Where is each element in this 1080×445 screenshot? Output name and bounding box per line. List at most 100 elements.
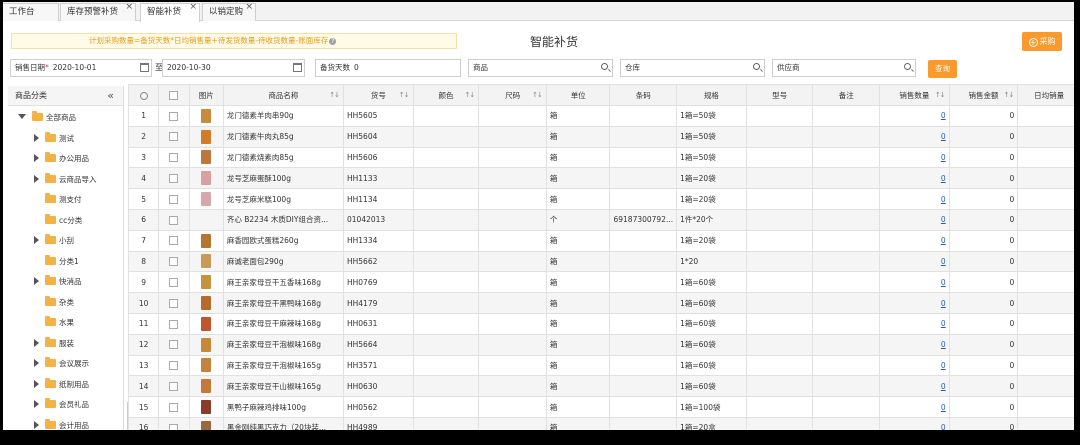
sort-icon[interactable]: ↑↓ bbox=[399, 91, 410, 99]
category-item[interactable]: 分类1 bbox=[34, 254, 79, 268]
table-row[interactable]: 8 麻诚老面包290g HH5662 箱 1*20 0 0 bbox=[128, 250, 1074, 273]
collapse-icon[interactable]: « bbox=[107, 86, 114, 106]
stock-days-field[interactable]: 备货天数 0 bbox=[315, 59, 461, 77]
sales-qty-cell-value[interactable]: 0 bbox=[941, 319, 946, 328]
product-thumbnail[interactable] bbox=[201, 275, 212, 290]
expand-right-icon[interactable] bbox=[34, 400, 39, 408]
expand-right-icon[interactable] bbox=[34, 133, 39, 142]
table-row[interactable]: 15 黑鸭子麻辣鸡排味100g HH0562 箱 1箱=100袋 0 0 bbox=[128, 396, 1074, 418]
purchase-button[interactable]: + 采购 bbox=[1022, 32, 1062, 51]
category-item[interactable]: 水果 bbox=[34, 316, 74, 329]
product-thumbnail[interactable] bbox=[201, 254, 212, 269]
product-thumbnail[interactable] bbox=[201, 150, 212, 165]
col-sales-amount[interactable]: 销售金额 ↑↓ bbox=[948, 84, 1019, 106]
table-row[interactable]: 6 齐心 B2234 木质DIY组合资... 01042013 个 6918730079… bbox=[128, 208, 1074, 231]
product-thumbnail[interactable] bbox=[201, 192, 212, 207]
expand-right-icon[interactable] bbox=[34, 154, 39, 162]
col-color[interactable]: 颜色 ↑↓ bbox=[412, 84, 480, 106]
sales-qty-cell-value[interactable]: 0 bbox=[941, 257, 946, 266]
row-checkbox[interactable] bbox=[169, 319, 179, 329]
date-to-field[interactable]: 2020-10-30 bbox=[162, 59, 305, 77]
sales-qty-cell-value[interactable]: 0 bbox=[941, 236, 946, 245]
search-icon[interactable] bbox=[904, 63, 911, 70]
expand-right-icon[interactable] bbox=[34, 277, 39, 285]
sales-qty-cell-value[interactable]: 0 bbox=[941, 111, 946, 120]
expand-right-icon[interactable] bbox=[34, 379, 39, 388]
table-row[interactable]: 2 龙门德素牛肉丸85g HH5604 箱 1箱=50袋 0 0 bbox=[128, 125, 1074, 148]
product-thumbnail[interactable] bbox=[201, 337, 212, 352]
close-icon[interactable]: × bbox=[125, 2, 133, 16]
col-settings[interactable] bbox=[128, 84, 160, 106]
category-item[interactable]: 会议展示 bbox=[34, 357, 89, 370]
sales-qty-cell-value[interactable]: 0 bbox=[941, 361, 946, 370]
row-checkbox[interactable] bbox=[169, 382, 179, 391]
row-checkbox[interactable] bbox=[169, 153, 179, 163]
category-item[interactable]: 服装 bbox=[34, 336, 74, 350]
sales-qty-cell-value[interactable]: 0 bbox=[941, 174, 946, 183]
expand-right-icon[interactable] bbox=[34, 174, 39, 183]
row-checkbox[interactable] bbox=[169, 402, 179, 412]
row-checkbox[interactable] bbox=[169, 194, 179, 204]
warehouse-search-input[interactable]: 仓库 bbox=[620, 59, 765, 77]
close-icon[interactable]: × bbox=[189, 2, 197, 16]
sales-qty-cell-value[interactable]: 0 bbox=[941, 423, 946, 430]
calendar-icon[interactable] bbox=[293, 63, 302, 72]
tab-workbench[interactable]: 工作台 bbox=[3, 3, 59, 21]
expand-right-icon[interactable] bbox=[34, 236, 39, 244]
select-all-checkbox[interactable] bbox=[169, 90, 179, 100]
close-icon[interactable]: × bbox=[245, 2, 253, 16]
category-item[interactable]: 测试 bbox=[34, 131, 74, 145]
product-thumbnail[interactable] bbox=[201, 129, 212, 144]
category-item[interactable]: 快消品 bbox=[34, 275, 82, 288]
sort-icon[interactable]: ↑↓ bbox=[1004, 91, 1015, 99]
row-checkbox[interactable] bbox=[169, 278, 179, 288]
product-thumbnail[interactable] bbox=[201, 316, 212, 331]
category-item[interactable]: 测支付 bbox=[34, 193, 82, 206]
category-item[interactable]: 杂类 bbox=[34, 295, 74, 309]
help-icon[interactable]: ? bbox=[329, 37, 337, 45]
sales-qty-cell-value[interactable]: 0 bbox=[941, 278, 946, 287]
row-checkbox[interactable] bbox=[169, 111, 179, 121]
row-checkbox[interactable] bbox=[169, 132, 179, 142]
row-checkbox[interactable] bbox=[169, 215, 179, 225]
category-item[interactable]: 会员礼品 bbox=[34, 398, 89, 411]
table-row[interactable]: 7 麻香园欧式蛋糕260g HH1334 箱 1箱=20袋 0 0 bbox=[128, 229, 1074, 252]
sales-qty-cell-value[interactable]: 0 bbox=[941, 195, 946, 204]
expand-right-icon[interactable] bbox=[34, 359, 39, 367]
expand-right-icon[interactable] bbox=[34, 420, 39, 429]
table-row[interactable]: 12 麻王亲家母豆干泡椒味168g HH5664 箱 1箱=60袋 0 0 bbox=[128, 333, 1074, 356]
expand-down-icon[interactable] bbox=[18, 114, 26, 119]
query-button[interactable]: 查询 bbox=[928, 60, 957, 78]
table-row[interactable]: 9 麻王亲家母豆干五香味168g HH0769 箱 1箱=60袋 0 0 bbox=[128, 271, 1074, 294]
product-thumbnail[interactable] bbox=[201, 296, 212, 311]
row-checkbox[interactable] bbox=[169, 298, 179, 308]
row-checkbox[interactable] bbox=[169, 423, 179, 430]
sort-icon[interactable]: ↑↓ bbox=[329, 91, 340, 99]
table-row[interactable]: 4 龙号芝麻蛋酥100g HH1133 箱 1箱=20袋 0 0 bbox=[128, 167, 1074, 190]
category-item[interactable]: 全部商品 bbox=[18, 111, 76, 124]
row-checkbox[interactable] bbox=[169, 340, 179, 350]
product-thumbnail[interactable] bbox=[201, 108, 212, 123]
tab-sales-based-purchase[interactable]: 以销定购 × bbox=[202, 2, 256, 21]
tab-stock-alert[interactable]: 库存预警补货 × bbox=[60, 2, 136, 21]
sort-icon[interactable]: ↑↓ bbox=[935, 91, 946, 99]
sales-qty-cell-value[interactable]: 0 bbox=[941, 132, 946, 141]
table-row[interactable]: 3 龙门德素烧素肉85g HH5606 箱 1箱=50袋 0 0 bbox=[128, 146, 1074, 169]
table-row[interactable]: 1 龙门德素羊肉串90g HH5605 箱 1箱=50袋 0 0 bbox=[128, 105, 1074, 127]
sales-qty-cell-value[interactable]: 0 bbox=[941, 215, 946, 224]
category-item[interactable]: cc分类 bbox=[34, 213, 82, 227]
date-from-field[interactable]: 销售日期* 2020-10-01 bbox=[10, 59, 152, 77]
category-item[interactable]: 小刮 bbox=[34, 234, 74, 247]
table-row[interactable]: 16 黑金刚纯黑巧克力（20块装... HH4989 箱 1箱=20盒 0 0 bbox=[128, 416, 1074, 430]
product-thumbnail[interactable] bbox=[201, 171, 212, 186]
col-code[interactable]: 货号 ↑↓ bbox=[343, 84, 414, 106]
category-item[interactable]: 纸制用品 bbox=[34, 377, 89, 391]
category-item[interactable]: 云商品导入 bbox=[34, 172, 97, 186]
calendar-icon[interactable] bbox=[140, 63, 149, 72]
product-thumbnail[interactable] bbox=[201, 379, 212, 394]
search-icon[interactable] bbox=[753, 63, 760, 70]
product-thumbnail[interactable] bbox=[201, 420, 212, 430]
col-select-all[interactable] bbox=[158, 84, 190, 106]
product-thumbnail[interactable] bbox=[201, 233, 212, 248]
sales-qty-cell-value[interactable]: 0 bbox=[941, 340, 946, 349]
